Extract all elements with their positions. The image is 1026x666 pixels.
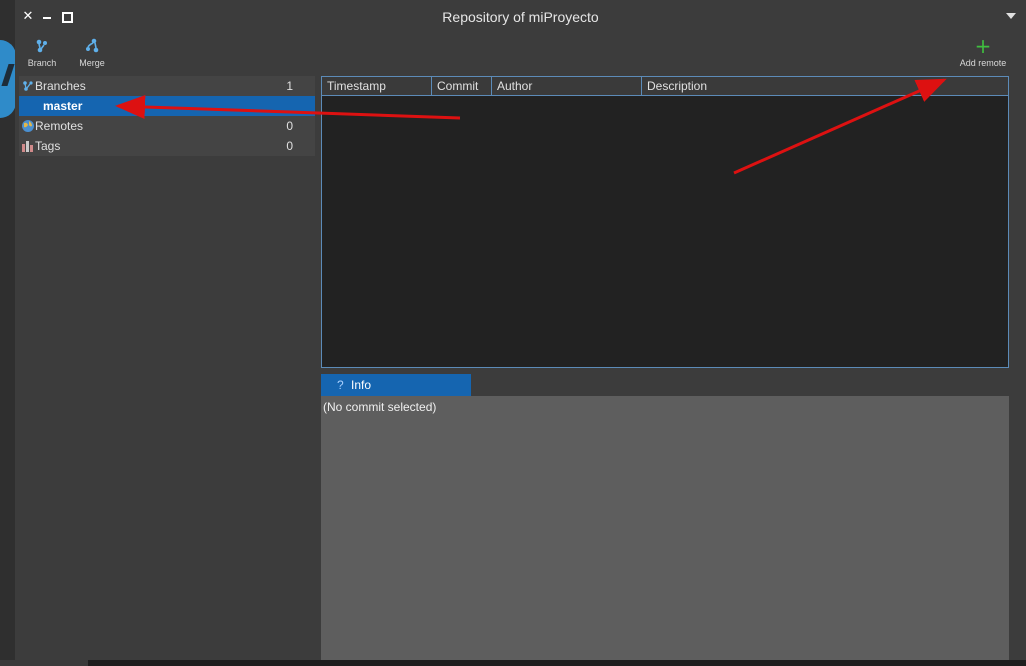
taskbar-item[interactable] — [0, 660, 88, 666]
menu-arrow-icon[interactable] — [1006, 13, 1016, 19]
branch-button-label: Branch — [27, 58, 57, 68]
tree-item-count: 0 — [286, 139, 293, 153]
branch-button[interactable]: Branch — [27, 36, 57, 68]
tree-item-label: Remotes — [35, 119, 84, 133]
tab-info[interactable]: ? Info — [321, 374, 471, 396]
branch-icon — [23, 81, 33, 91]
tags-icon — [22, 141, 33, 152]
desktop-logo — [0, 40, 16, 118]
question-icon: ? — [337, 378, 344, 392]
tree-item-count: 0 — [286, 119, 293, 133]
column-header-author[interactable]: Author — [492, 77, 642, 96]
window-title: Repository of miProyecto — [442, 9, 599, 25]
tree-item-branches[interactable]: Branches 1 — [19, 76, 315, 96]
add-remote-button[interactable]: + Add remote — [955, 36, 1011, 68]
branch-icon — [36, 39, 47, 53]
info-message: (No commit selected) — [323, 400, 437, 414]
taskbar — [0, 660, 1026, 666]
commit-table[interactable]: Timestamp Commit Author Description — [321, 76, 1009, 368]
tree-item-count: 1 — [286, 79, 293, 93]
info-panel: (No commit selected) — [321, 396, 1009, 660]
tree-item-master[interactable]: master — [19, 96, 315, 116]
title-bar[interactable]: ✕ Repository of miProyecto — [15, 0, 1026, 34]
tab-info-label: Info — [351, 378, 372, 392]
branch-name: master — [43, 99, 83, 113]
desktop-background — [0, 0, 16, 666]
column-header-timestamp[interactable]: Timestamp — [322, 77, 432, 96]
merge-icon — [86, 38, 99, 53]
repository-tree: Branches 1 master Remotes 0 Tags 0 — [15, 76, 317, 660]
tree-item-label: Branches — [35, 79, 86, 93]
column-header-commit[interactable]: Commit — [432, 77, 492, 96]
globe-icon — [22, 120, 34, 132]
merge-button-label: Merge — [79, 58, 105, 68]
toolbar: Branch Merge + Add remote — [15, 34, 1026, 72]
merge-button[interactable]: Merge — [77, 36, 107, 68]
plus-icon: + — [974, 34, 992, 58]
tree-item-tags[interactable]: Tags 0 — [19, 136, 315, 156]
add-remote-label: Add remote — [959, 58, 1007, 68]
column-header-description[interactable]: Description — [642, 77, 1008, 96]
repository-window: ✕ Repository of miProyecto Branch Merge — [15, 0, 1026, 660]
tree-item-remotes[interactable]: Remotes 0 — [19, 116, 315, 136]
tree-item-label: Tags — [35, 139, 61, 153]
